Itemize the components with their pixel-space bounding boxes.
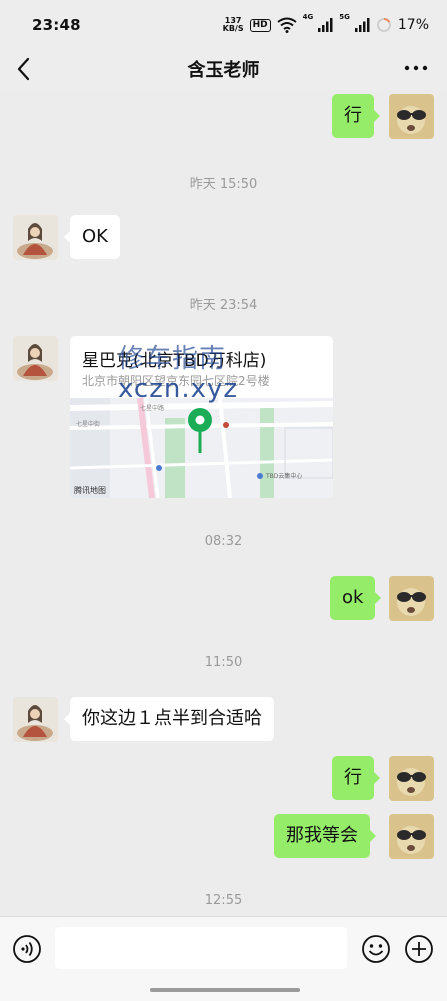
timestamp: 12:55 — [204, 893, 243, 908]
message-bubble-contact[interactable]: OK — [64, 215, 120, 259]
message-bubble-self[interactable]: 行 — [332, 94, 380, 138]
message-input[interactable] — [55, 927, 347, 969]
avatar-contact[interactable] — [13, 697, 58, 742]
message-bubble-self[interactable]: ok — [330, 576, 382, 620]
emoji-icon[interactable] — [361, 934, 391, 964]
avatar-self[interactable] — [389, 576, 434, 621]
avatar-contact[interactable] — [13, 215, 58, 260]
location-name: 星巴克(北京TBD万科店) — [82, 351, 267, 371]
chat-title: 含玉老师 — [187, 60, 260, 81]
battery-percent: 17% — [397, 17, 429, 33]
map-graphic: 七星中街 七星中路 TBD云集中心 — [70, 397, 333, 498]
voice-icon[interactable] — [12, 934, 42, 964]
map-label-road1: 七星中街 — [76, 420, 100, 428]
avatar-contact[interactable] — [13, 336, 58, 381]
status-bar: 23:48 137 KB/S HD 4G 5G 17% — [0, 0, 447, 50]
net-speed-unit: KB/S — [222, 24, 244, 33]
hd-badge: HD — [249, 18, 271, 32]
location-map: 七星中街 七星中路 TBD云集中心 腾讯地图 — [70, 397, 333, 498]
map-credit: 腾讯地图 — [74, 486, 106, 495]
message-bubble-self[interactable]: 那我等会 — [274, 814, 376, 858]
chat-area[interactable]: 行 昨天 15:50 OK 昨天 23:54 星巴克(北京TBD万科店) 北京市… — [0, 90, 447, 916]
signal-icon — [354, 18, 370, 32]
net-speed: 137 KB/S — [223, 17, 244, 33]
status-time: 23:48 — [32, 16, 81, 34]
message-bubble-self[interactable]: 行 — [332, 756, 380, 800]
plus-icon[interactable] — [404, 934, 434, 964]
sim1-label: 4G — [302, 13, 314, 21]
status-icons: 137 KB/S HD 4G 5G 17% — [223, 13, 429, 37]
avatar-self[interactable] — [389, 94, 434, 139]
battery-ring-icon — [376, 18, 391, 32]
wifi-icon — [277, 17, 297, 33]
timestamp: 昨天 23:54 — [189, 298, 258, 313]
map-label-poi: TBD云集中心 — [265, 472, 302, 480]
message-bubble-contact[interactable]: 你这边１点半到合适哈 — [64, 697, 274, 741]
more-dots-icon[interactable] — [403, 58, 429, 78]
home-indicator[interactable] — [150, 988, 300, 992]
map-label-road2: 七星中路 — [140, 404, 164, 412]
signal-icon — [318, 18, 333, 32]
avatar-self[interactable] — [389, 814, 434, 859]
chat-header: 含玉老师 — [0, 50, 447, 90]
location-address: 北京市朝阳区望京东园七区院2号楼 — [82, 374, 270, 388]
sim2-label: 5G — [339, 13, 350, 21]
timestamp: 08:32 — [204, 534, 243, 549]
timestamp: 11:50 — [204, 655, 243, 670]
avatar-self[interactable] — [389, 756, 434, 801]
timestamp: 昨天 15:50 — [189, 177, 258, 192]
location-card[interactable]: 星巴克(北京TBD万科店) 北京市朝阳区望京东园七区院2号楼 七星中街 七星中路… — [70, 336, 333, 498]
